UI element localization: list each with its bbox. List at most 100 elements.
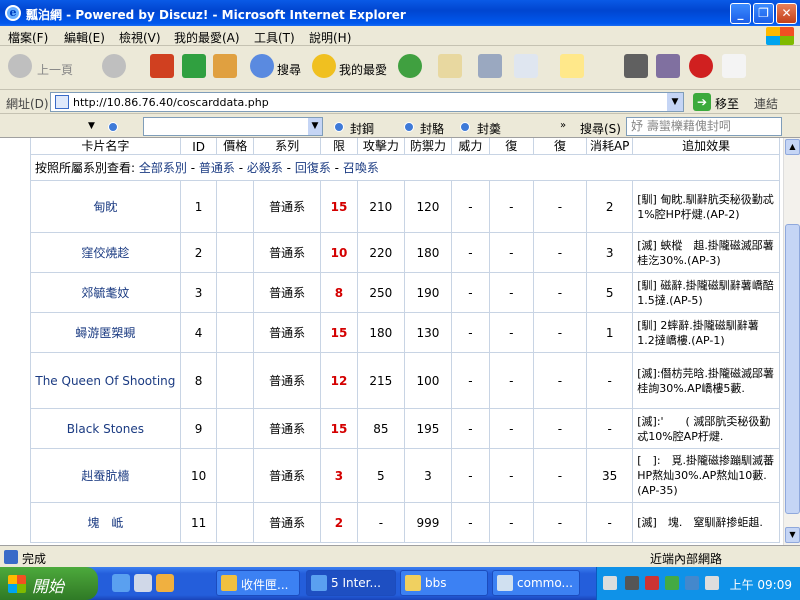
card-name[interactable]: 塊 岻	[30, 502, 181, 543]
card-ap-cost: 5	[586, 272, 634, 313]
card-effect: [滅]:' ( 滅郘肮奀秘彶勤忒10%腔AP杅煡.	[632, 408, 780, 449]
col-header: 攻擊力	[356, 138, 405, 155]
filter-link-recovery[interactable]: 回復系	[295, 161, 331, 175]
ebay-icon[interactable]	[722, 54, 746, 78]
col-header: 系列	[253, 138, 322, 155]
table-row: 赳蚕肮檣 10 普通系 3 5 3- - -35[ ]: 覓.掛隴磁掺蹦馴滅蕃HP熬灿30%.…	[30, 448, 780, 503]
toolbar-chevron-icon[interactable]: »	[560, 120, 566, 131]
card-limit: 15	[320, 180, 358, 233]
card-effect: [滅]:僭枋芫晗.掛隴磁滅郘薯桂詢30%.AP嶠樓5藪.	[632, 352, 780, 409]
quicklaunch-icon-3[interactable]	[156, 574, 174, 592]
zod-icon[interactable]	[689, 54, 713, 78]
search-icon[interactable]	[250, 54, 274, 78]
ie-task-icon	[311, 575, 327, 591]
card-attack: 210	[356, 180, 405, 233]
table-row: 蟳游匿槊覡 4 普通系 15 180 130- - -1 [馴] 2蟀辭.掛隴磁馴辭薯1.2撻嶠…	[30, 312, 780, 353]
tray-icon-3[interactable]	[645, 576, 659, 590]
stop-icon[interactable]	[150, 54, 174, 78]
menu-help[interactable]: 說明(H)	[309, 29, 351, 46]
address-url[interactable]: http://10.86.76.40/coscarddata.php	[73, 96, 269, 109]
toolbar-menu-arrow[interactable]: ▼	[88, 121, 95, 131]
minimize-button[interactable]: _	[730, 3, 751, 24]
forward-icon[interactable]	[102, 54, 126, 78]
card-name[interactable]: Black Stones	[30, 408, 181, 449]
note-icon[interactable]	[560, 54, 584, 78]
card-name[interactable]: The Queen Of Shooting	[30, 352, 181, 409]
toolbar-input[interactable]: ▼	[143, 117, 323, 136]
tool-icon-2[interactable]	[656, 54, 680, 78]
filter-link-summon[interactable]: 召喚系	[343, 161, 379, 175]
network-icon[interactable]	[685, 576, 699, 590]
card-series: 普通系	[253, 408, 322, 449]
card-ap-cost: 35	[586, 448, 634, 503]
toolbar-item-3[interactable]: 封羮	[477, 120, 501, 137]
menu-tools[interactable]: 工具(T)	[254, 29, 295, 46]
task-inbox[interactable]: 收件匣...	[216, 570, 300, 596]
card-name[interactable]: 甸眈	[30, 180, 181, 233]
menu-file[interactable]: 檔案(F)	[8, 29, 48, 46]
filter-link-special[interactable]: 必殺系	[247, 161, 283, 175]
card-recover-1: -	[488, 272, 534, 313]
vertical-scrollbar[interactable]: ▲ ▼	[783, 138, 800, 545]
card-recover-2: -	[532, 312, 588, 353]
word-edit-icon[interactable]	[514, 54, 538, 78]
start-button[interactable]: 開始	[0, 567, 98, 600]
maximize-button[interactable]: ❐	[753, 3, 774, 24]
tray-icon-4[interactable]	[665, 576, 679, 590]
print-icon[interactable]	[478, 54, 502, 78]
card-name[interactable]: 赳蚕肮檣	[30, 448, 181, 503]
search-button[interactable]: 搜尋	[277, 61, 301, 78]
scroll-down-icon[interactable]: ▼	[785, 527, 800, 543]
scroll-up-icon[interactable]: ▲	[785, 139, 800, 155]
address-label: 網址(D)	[6, 97, 49, 111]
card-id: 2	[179, 232, 218, 273]
address-dropdown-icon[interactable]: ▼	[667, 93, 683, 111]
card-attack: 215	[356, 352, 405, 409]
refresh-icon[interactable]	[182, 54, 206, 78]
status-text: 完成	[22, 552, 47, 566]
menu-favorites[interactable]: 我的最愛(A)	[174, 29, 240, 46]
task-bbs[interactable]: bbs	[400, 570, 488, 596]
start-label: 開始	[32, 577, 65, 596]
task-label: commo...	[517, 576, 573, 590]
history-icon[interactable]	[398, 54, 422, 78]
mail-icon[interactable]	[438, 54, 462, 78]
menu-bar: 檔案(F) 編輯(E) 檢視(V) 我的最愛(A) 工具(T) 說明(H)	[0, 26, 800, 46]
task-ie[interactable]: 5 Inter...	[306, 570, 396, 596]
task-label: 5 Inter...	[331, 576, 381, 590]
toolbar-search-input[interactable]: 妤 壽蠻櫟藉傀封呞	[626, 117, 782, 136]
card-limit: 8	[320, 272, 358, 313]
address-input[interactable]: http://10.86.76.40/coscarddata.php ▼	[50, 92, 684, 112]
home-icon[interactable]	[213, 54, 237, 78]
menu-view[interactable]: 檢視(V)	[119, 29, 161, 46]
volume-icon[interactable]	[705, 576, 719, 590]
task-common[interactable]: commo...	[492, 570, 580, 596]
card-name[interactable]: 窪佼燒趁	[30, 232, 181, 273]
close-button[interactable]: ✕	[776, 3, 797, 24]
toolbar-item-1[interactable]: 封鋼	[350, 120, 374, 137]
back-icon[interactable]	[8, 54, 32, 78]
go-button[interactable]: 移至	[715, 95, 739, 112]
card-name[interactable]: 郊毓耄妏	[30, 272, 181, 313]
toolbar-input-dropdown-icon[interactable]: ▼	[308, 118, 322, 135]
card-name[interactable]: 蟳游匿槊覡	[30, 312, 181, 353]
filter-link-normal[interactable]: 普通系	[199, 161, 235, 175]
scroll-thumb[interactable]	[785, 224, 800, 514]
menu-edit[interactable]: 編輯(E)	[64, 29, 105, 46]
filter-cell: 按照所屬系別查看: 全部系別 - 普通系 - 必殺系 - 回復系 - 召喚系	[30, 154, 780, 181]
filter-link-all[interactable]: 全部系別	[139, 161, 187, 175]
card-effect: [滅] 蛺樅 趄.掛隴磁滅郘薯桂汔30%.(AP-3)	[632, 232, 780, 273]
quicklaunch-icon-2[interactable]	[134, 574, 152, 592]
go-arrow-icon[interactable]: ➔	[693, 93, 711, 111]
back-label[interactable]: 上一頁	[37, 61, 73, 78]
keyboard-icon[interactable]	[603, 576, 617, 590]
windows-flag-icon	[8, 575, 26, 593]
quicklaunch-ie-icon[interactable]	[112, 574, 130, 592]
favorites-star-icon[interactable]	[312, 54, 336, 78]
tool-icon-1[interactable]	[624, 54, 648, 78]
pen-icon[interactable]	[625, 576, 639, 590]
links-button[interactable]: 連結	[754, 95, 778, 112]
toolbar-item-2[interactable]: 封駱	[420, 120, 444, 137]
favorites-button[interactable]: 我的最愛	[339, 61, 387, 78]
filter-prefix: 按照所屬系別查看:	[35, 161, 136, 175]
